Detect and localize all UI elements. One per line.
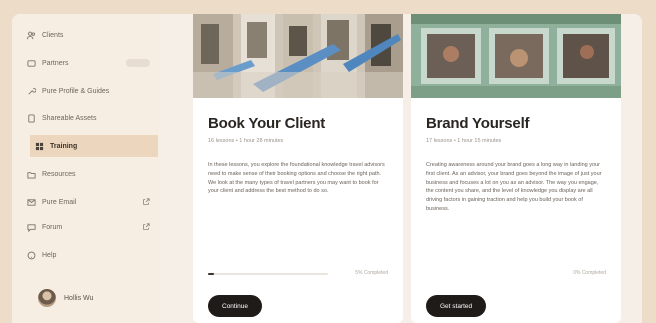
continue-button[interactable]: Continue — [208, 295, 263, 317]
sidebar-item-label: Training — [50, 142, 78, 150]
course-card[interactable]: Book Your Client 16 lessons • 1 hour 28 … — [193, 14, 403, 323]
sidebar-item-pure-profile-guides[interactable]: Pure Profile & Guides — [26, 80, 158, 102]
sidebar-item-label: Resources — [42, 170, 76, 178]
progress-label: 0% Completed — [573, 270, 606, 276]
people-icon — [26, 30, 36, 40]
course-meta: 16 lessons • 1 hour 28 minutes — [208, 138, 284, 144]
get-started-button[interactable]: Get started — [426, 295, 487, 317]
sidebar-item-label: Forum — [42, 223, 63, 231]
sidebar-item-help[interactable]: Help — [26, 244, 158, 266]
sidebar-item-resources[interactable]: Resources — [26, 163, 158, 185]
chat-icon — [26, 222, 36, 232]
sidebar-item-label: Pure Profile & Guides — [42, 87, 110, 95]
sidebar-item-label: Partners — [42, 59, 69, 67]
sidebar-item-label: Clients — [42, 31, 64, 39]
sidebar-item-clients[interactable]: Clients — [26, 24, 158, 46]
external-link-icon — [142, 198, 150, 206]
course-title: Book Your Client — [208, 115, 326, 132]
course-description: In these lessons, you explore the founda… — [208, 162, 385, 195]
course-title: Brand Yourself — [426, 115, 530, 132]
sidebar-item-label: Shareable Assets — [42, 114, 97, 122]
wrench-icon — [26, 86, 36, 96]
sidebar-item-label: Help — [42, 251, 57, 259]
sidebar-item-pure-email[interactable]: Pure Email — [26, 191, 158, 213]
main-content: Book Your Client 16 lessons • 1 hour 28 … — [159, 14, 642, 323]
avatar — [38, 289, 56, 307]
external-link-icon — [142, 223, 150, 231]
sidebar-item-shareable-assets[interactable]: Shareable Assets — [26, 107, 158, 129]
sidebar-item-training[interactable]: Training — [30, 135, 158, 157]
course-meta: 17 lessons • 1 hour 15 minutes — [426, 138, 502, 144]
status-badge — [126, 59, 150, 67]
mail-icon — [26, 197, 36, 207]
document-icon — [26, 113, 36, 123]
progress-label: 5% Completed — [355, 270, 388, 276]
sidebar: Clients Partners Pure Profile & Guides S… — [12, 14, 159, 323]
sidebar-item-forum[interactable]: Forum — [26, 216, 158, 238]
progress-bar — [208, 273, 328, 275]
course-image — [411, 14, 621, 98]
partners-icon — [26, 58, 36, 68]
course-card[interactable]: Brand Yourself 17 lessons • 1 hour 15 mi… — [411, 14, 621, 323]
course-description: Creating awareness around your brand goe… — [426, 162, 602, 212]
sidebar-item-label: Pure Email — [42, 198, 77, 206]
user-name: Hollis Wu — [64, 294, 94, 302]
app-window: Clients Partners Pure Profile & Guides S… — [12, 14, 642, 323]
folder-icon — [26, 169, 36, 179]
grid-icon — [34, 141, 44, 151]
user-profile[interactable]: Hollis Wu — [38, 289, 93, 307]
sidebar-item-partners[interactable]: Partners — [26, 52, 158, 74]
course-image — [193, 14, 403, 98]
progress-fill — [208, 273, 214, 275]
help-icon — [26, 250, 36, 260]
